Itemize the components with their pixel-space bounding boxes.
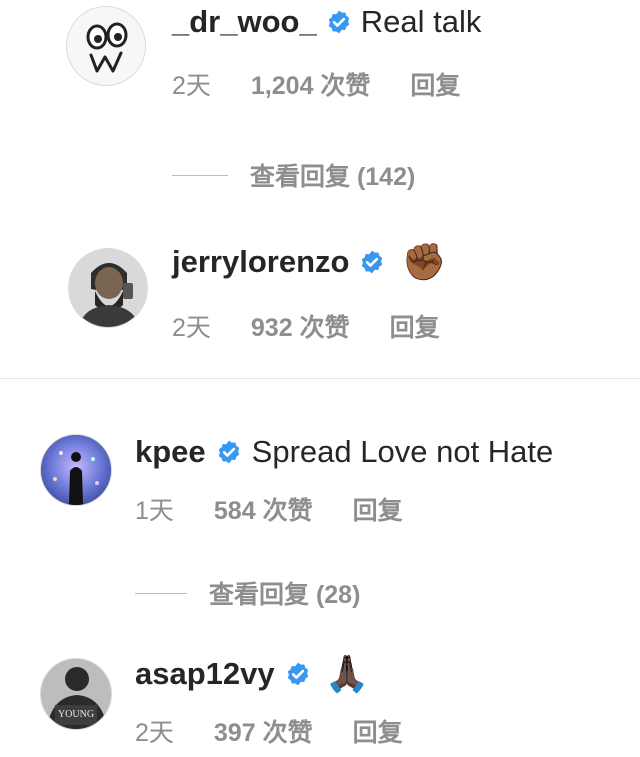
comment-time: 2天	[135, 719, 174, 747]
reply-button[interactable]: 回复	[353, 491, 403, 527]
comment-text: Real talk	[360, 4, 482, 39]
thread-separator	[0, 378, 640, 379]
comment-time: 2天	[172, 314, 211, 342]
comment-meta-2: 2天 932 次赞 回复	[172, 308, 440, 344]
comment-text: Spread Love not Hate	[251, 434, 554, 469]
comment-time: 2天	[172, 72, 211, 100]
reply-button[interactable]: 回复	[410, 66, 460, 102]
comment-row-3: kpee Spread Love not Hate	[135, 434, 553, 470]
person-photo-icon: YOUNG	[41, 659, 111, 729]
like-count[interactable]: 584 次赞	[214, 491, 313, 527]
view-replies-line	[135, 592, 187, 594]
person-silhouette-icon	[41, 435, 111, 505]
like-count[interactable]: 1,204 次赞	[251, 66, 371, 102]
avatar-jerrylorenzo[interactable]	[68, 248, 148, 328]
verified-badge-icon	[218, 440, 239, 464]
person-photo-icon	[69, 249, 147, 327]
verified-badge-icon	[362, 250, 383, 274]
like-count[interactable]: 932 次赞	[251, 308, 350, 344]
raised-fist-emoji-icon: ✊🏾	[401, 241, 447, 282]
comment-row-4: asap12vy 🙏🏿	[135, 656, 369, 692]
view-replies-3[interactable]: 查看回复 (28)	[135, 575, 360, 611]
comment-meta-3: 1天 584 次赞 回复	[135, 491, 403, 527]
verified-badge-icon	[287, 662, 308, 686]
view-replies-line	[172, 174, 228, 176]
folded-hands-emoji-icon: 🙏🏿	[324, 653, 370, 694]
verified-badge-icon	[328, 10, 349, 34]
comment-time: 1天	[135, 497, 174, 525]
view-replies-label[interactable]: 查看回复 (142)	[250, 157, 415, 193]
comment-row-1: _dr_woo_ Real talk	[172, 4, 481, 40]
avatar-kpee[interactable]	[40, 434, 112, 506]
comment-meta-1: 2天 1,204 次赞 回复	[172, 66, 460, 102]
reply-button[interactable]: 回复	[353, 713, 403, 749]
comment-row-2: jerrylorenzo ✊🏾	[172, 244, 446, 280]
svg-text:YOUNG: YOUNG	[58, 709, 94, 720]
username[interactable]: asap12vy	[135, 656, 275, 692]
view-replies-1[interactable]: 查看回复 (142)	[172, 157, 415, 193]
reply-button[interactable]: 回复	[390, 308, 440, 344]
avatar-dr-woo[interactable]	[66, 6, 146, 86]
username[interactable]: _dr_woo_	[172, 4, 317, 40]
username[interactable]: jerrylorenzo	[172, 244, 349, 280]
avatar-asap12vy[interactable]: YOUNG	[40, 658, 112, 730]
username[interactable]: kpee	[135, 434, 206, 470]
like-count[interactable]: 397 次赞	[214, 713, 313, 749]
comment-meta-4: 2天 397 次赞 回复	[135, 713, 403, 749]
doodle-face-icon	[86, 22, 128, 73]
view-replies-label[interactable]: 查看回复 (28)	[209, 575, 360, 611]
